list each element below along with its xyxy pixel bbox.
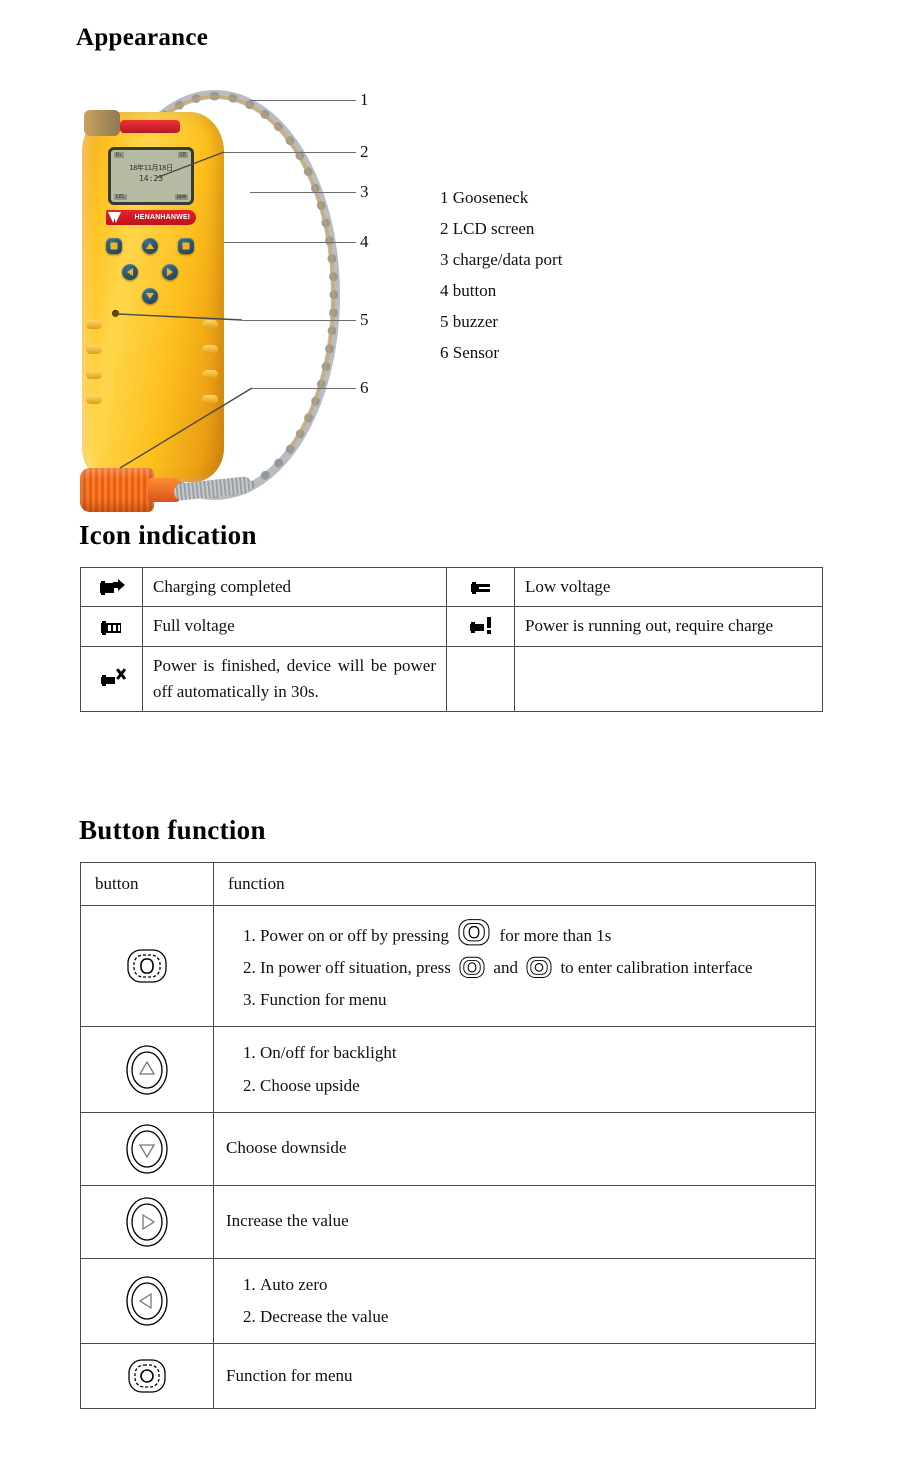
- battery-charging-complete-icon: [80, 566, 143, 608]
- empty-icon-cell: [446, 645, 515, 713]
- column-header-function: function: [213, 861, 816, 907]
- icon-indication-table: Charging completed Low voltage Full volt…: [80, 566, 823, 713]
- legend-item-gooseneck: 1 Gooseneck: [440, 188, 529, 207]
- function-list: On/off for backlight Choose upside: [226, 1039, 803, 1099]
- function-text: Function for menu: [226, 1365, 353, 1385]
- function-description: Increase the value: [213, 1184, 816, 1259]
- table-row: On/off for backlight Choose upside: [80, 1026, 816, 1113]
- table-header-row: button function: [80, 861, 816, 907]
- callout-number-1: 1: [360, 90, 369, 109]
- function-list: Auto zero Decrease the value: [226, 1271, 803, 1331]
- battery-warning-glyph: [469, 617, 491, 635]
- legend-item-lcd: 2 LCD screen: [440, 219, 535, 238]
- page-title-icon-indication: Icon indication: [79, 520, 257, 550]
- button-function-table: button function Power on or off by press…: [80, 861, 816, 1409]
- legend-item-button: 4 button: [440, 281, 497, 300]
- function-text: Increase the value: [226, 1211, 349, 1231]
- table-row: Function for menu: [80, 1342, 816, 1409]
- table-row: Choose downside: [80, 1111, 816, 1186]
- power-button-icon: [80, 905, 214, 1028]
- function-list: Power on or off by pressing for more tha…: [226, 918, 803, 1014]
- function-description: On/off for backlight Choose upside: [213, 1026, 816, 1113]
- table-row: Charging completed Low voltage: [80, 566, 823, 608]
- battery-charging-complete-glyph: [99, 579, 125, 596]
- battery-empty-x-icon: [80, 645, 143, 713]
- function-description: Choose downside: [213, 1111, 816, 1186]
- page-title-button-function: Button function: [79, 815, 266, 845]
- list-item: Auto zero: [260, 1271, 803, 1299]
- list-item: On/off for backlight: [260, 1039, 803, 1067]
- function-text: Choose downside: [226, 1138, 347, 1158]
- down-button-icon: [80, 1111, 214, 1186]
- menu-button-icon: [526, 957, 552, 979]
- page-title-appearance: Appearance: [76, 24, 209, 51]
- table-row: Auto zero Decrease the value: [80, 1257, 816, 1344]
- document-page: Appearance O₂ CE 18年11月18日 14:23 LEL ppm…: [0, 0, 912, 1480]
- table-row: Full voltage Power is running out, requi…: [80, 606, 823, 647]
- down-button-glyph: [126, 1123, 168, 1174]
- function-description: Power on or off by pressing for more tha…: [213, 905, 816, 1028]
- appearance-legend-list: 1 Gooseneck 2 LCD screen 3 charge/data p…: [440, 182, 562, 368]
- column-header-button: button: [80, 861, 214, 907]
- battery-empty-x-glyph: [100, 668, 126, 686]
- power-button-icon: [459, 957, 485, 979]
- icon-description: Charging completed: [142, 566, 447, 608]
- power-button-icon: [458, 919, 490, 946]
- list-item: Function for menu: [260, 986, 803, 1014]
- battery-low-icon: [446, 566, 515, 608]
- empty-description-cell: [514, 645, 823, 713]
- left-button-icon: [80, 1257, 214, 1344]
- list-item: Decrease the value: [260, 1303, 803, 1331]
- menu-button-icon: [80, 1342, 214, 1409]
- list-item: In power off situation, press and: [260, 954, 803, 982]
- icon-description: Power is running out, require charge: [514, 606, 823, 647]
- callout-number-4: 4: [360, 232, 369, 251]
- left-button-glyph: [126, 1275, 168, 1326]
- legend-item-sensor: 6 Sensor: [440, 343, 500, 362]
- right-button-icon: [80, 1184, 214, 1259]
- leader-diagonals: [117, 151, 253, 469]
- battery-full-icon: [80, 606, 143, 647]
- callout-number-5: 5: [360, 310, 369, 329]
- power-button-glyph: [127, 949, 167, 984]
- battery-full-glyph: [100, 621, 121, 636]
- battery-warning-icon: [446, 606, 515, 647]
- battery-low-glyph: [470, 582, 490, 595]
- text-fragment: Function for menu: [260, 990, 387, 1010]
- up-button-glyph: [126, 1044, 168, 1095]
- callout-number-3: 3: [360, 182, 369, 201]
- icon-description: Power is finished, device will be power …: [142, 645, 447, 713]
- text-fragment: and: [493, 958, 518, 978]
- callout-number-2: 2: [360, 142, 369, 161]
- table-row: Power on or off by pressing for more tha…: [80, 905, 816, 1028]
- list-item: Choose upside: [260, 1072, 803, 1100]
- table-row: Increase the value: [80, 1184, 816, 1259]
- icon-description: Low voltage: [514, 566, 823, 608]
- function-description: Auto zero Decrease the value: [213, 1257, 816, 1344]
- right-button-glyph: [126, 1196, 168, 1247]
- up-button-icon: [80, 1026, 214, 1113]
- text-fragment: for more than 1s: [499, 926, 612, 946]
- list-item: Power on or off by pressing for more tha…: [260, 918, 803, 950]
- table-row: Power is finished, device will be power …: [80, 645, 823, 713]
- legend-item-buzzer: 5 buzzer: [440, 312, 499, 331]
- appearance-figure: O₂ CE 18年11月18日 14:23 LEL ppm HENANHANWE…: [62, 70, 662, 512]
- function-description: Function for menu: [213, 1342, 816, 1409]
- callout-number-6: 6: [360, 378, 369, 397]
- text-fragment: to enter calibration interface: [560, 958, 753, 978]
- icon-description: Full voltage: [142, 606, 447, 647]
- text-fragment: Power on or off by pressing: [260, 926, 450, 946]
- menu-button-glyph: [128, 1359, 166, 1393]
- legend-item-port: 3 charge/data port: [440, 250, 563, 269]
- text-fragment: In power off situation, press: [260, 958, 451, 978]
